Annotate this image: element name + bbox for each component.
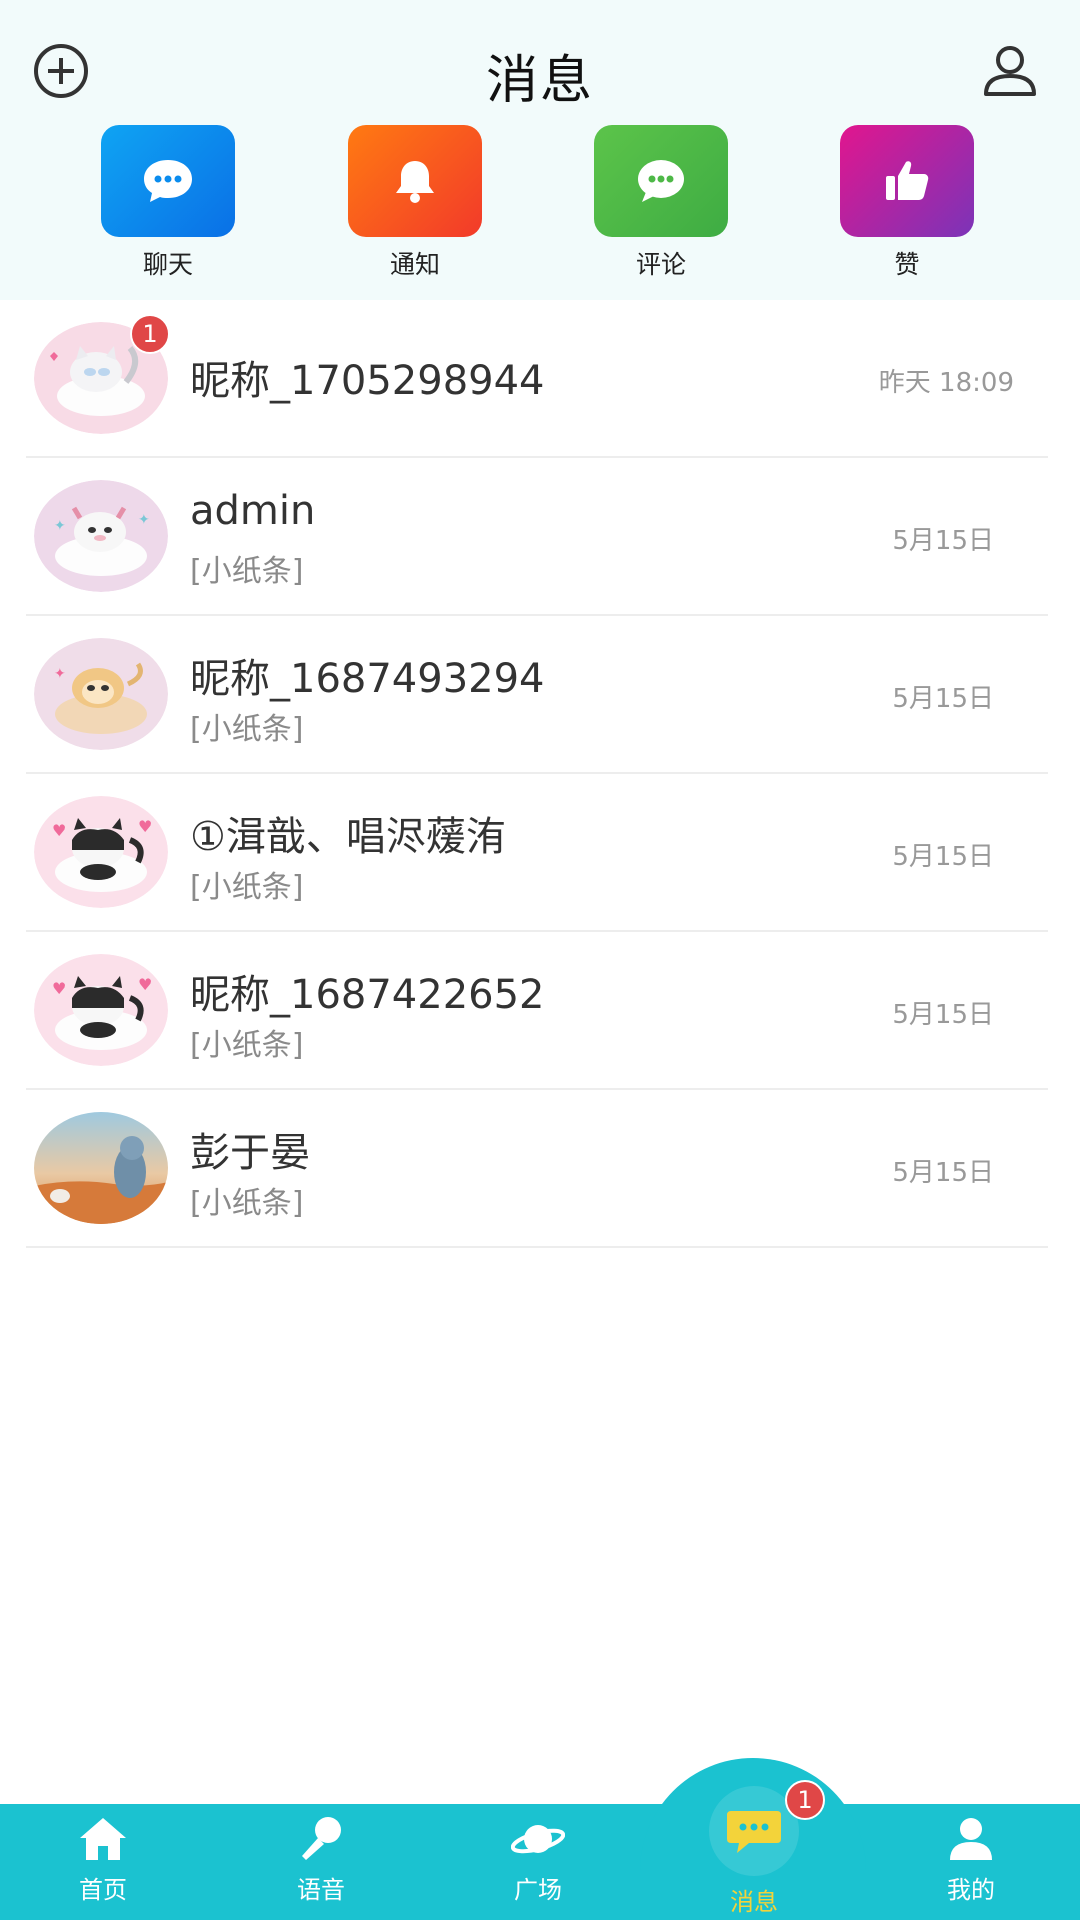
bell-icon <box>348 125 482 237</box>
conversation-time: 5月15日 <box>892 842 994 872</box>
unread-badge: 1 <box>130 314 170 354</box>
svg-text:♥: ♥ <box>138 975 152 994</box>
chat-bubble-icon <box>101 125 235 237</box>
conversation-preview: [小纸条] <box>190 1186 304 1221</box>
avatar[interactable]: ♥ ♥ <box>34 954 168 1066</box>
conversation-row[interactable]: ✦ ✦ admin [小纸条] 5月15日 <box>26 458 1048 616</box>
avatar[interactable]: ♥ ♥ <box>34 796 168 908</box>
conversation-row[interactable]: ✦ 昵称_1687493294 [小纸条] 5月15日 <box>26 616 1048 774</box>
nav-mine[interactable]: 我的 <box>911 1814 1031 1905</box>
messages-page: 消息 聊天 通知 评论 赞 1 昵称_1705298944 昨天 18:09 ✦… <box>0 0 1080 1920</box>
avatar[interactable]: ✦ ✦ <box>34 480 168 592</box>
nav-label: 首页 <box>79 1876 127 1904</box>
nav-unread-badge: 1 <box>785 1780 825 1820</box>
conversation-preview: [小纸条] <box>190 870 304 905</box>
conversation-name: admin <box>190 488 316 534</box>
conversation-name: ①湒戠、唱浕蕿洧 <box>190 814 506 860</box>
person-icon <box>950 1818 992 1860</box>
conversation-name: 昵称_1705298944 <box>190 358 545 404</box>
avatar[interactable] <box>34 1112 168 1224</box>
conversation-row[interactable]: 彭于晏 [小纸条] 5月15日 <box>26 1090 1048 1248</box>
conversation-row[interactable]: ♥ ♥ ①湒戠、唱浕蕿洧 [小纸条] 5月15日 <box>26 774 1048 932</box>
svg-text:♥: ♥ <box>52 821 66 840</box>
svg-text:✦: ✦ <box>54 666 66 682</box>
conversation-row[interactable]: ♥ ♥ 昵称_1687422652 [小纸条] 5月15日 <box>26 932 1048 1090</box>
user-icon[interactable] <box>975 36 1045 106</box>
nav-home[interactable]: 首页 <box>43 1814 163 1905</box>
header: 消息 聊天 通知 评论 赞 <box>0 0 1080 300</box>
conversation-time: 5月15日 <box>892 684 994 714</box>
avatar[interactable]: ✦ <box>34 638 168 750</box>
nav-label: 广场 <box>514 1876 562 1904</box>
svg-text:✦: ✦ <box>138 512 150 528</box>
svg-text:✦: ✦ <box>54 518 66 534</box>
quick-label: 通知 <box>389 250 440 279</box>
conversation-time: 5月15日 <box>892 526 994 556</box>
conversation-name: 昵称_1687422652 <box>190 972 545 1018</box>
nav-label: 我的 <box>947 1876 995 1904</box>
svg-text:♥: ♥ <box>52 979 66 998</box>
conversation-time: 昨天 18:09 <box>878 368 1014 398</box>
active-indicator: 1 <box>709 1780 825 1876</box>
quick-label: 评论 <box>635 250 686 279</box>
conversation-name: 昵称_1687493294 <box>190 656 545 702</box>
svg-text:♥: ♥ <box>138 817 152 836</box>
conversation-preview: [小纸条] <box>190 554 304 589</box>
nav-voice[interactable]: 语音 <box>261 1814 381 1905</box>
nav-label: 消息 <box>730 1888 778 1916</box>
home-icon <box>80 1818 126 1860</box>
quick-comment-button[interactable]: 评论 <box>594 125 728 281</box>
quick-label: 聊天 <box>142 250 193 279</box>
quick-like-button[interactable]: 赞 <box>840 125 974 281</box>
quick-chat-button[interactable]: 聊天 <box>101 125 235 281</box>
conversation-row[interactable]: 1 昵称_1705298944 昨天 18:09 <box>26 300 1048 458</box>
nav-square[interactable]: 广场 <box>478 1814 598 1905</box>
comment-icon <box>594 125 728 237</box>
conversation-time: 5月15日 <box>892 1000 994 1030</box>
quick-notify-button[interactable]: 通知 <box>348 125 482 281</box>
conversation-time: 5月15日 <box>892 1158 994 1188</box>
message-bubble-icon <box>727 1811 781 1853</box>
conversation-name: 彭于晏 <box>190 1130 310 1176</box>
nav-messages[interactable]: 1 消息 <box>694 1780 825 1917</box>
microphone-icon <box>302 1817 341 1860</box>
planet-icon <box>511 1825 565 1854</box>
nav-label: 语音 <box>297 1876 345 1904</box>
conversation-preview: [小纸条] <box>190 712 304 747</box>
thumbs-up-icon <box>840 125 974 237</box>
page-title: 消息 <box>485 51 594 111</box>
conversation-preview: [小纸条] <box>190 1028 304 1063</box>
conversation-list: 1 昵称_1705298944 昨天 18:09 ✦ ✦ admin [小纸条] … <box>0 300 1080 1248</box>
quick-label: 赞 <box>894 250 920 279</box>
